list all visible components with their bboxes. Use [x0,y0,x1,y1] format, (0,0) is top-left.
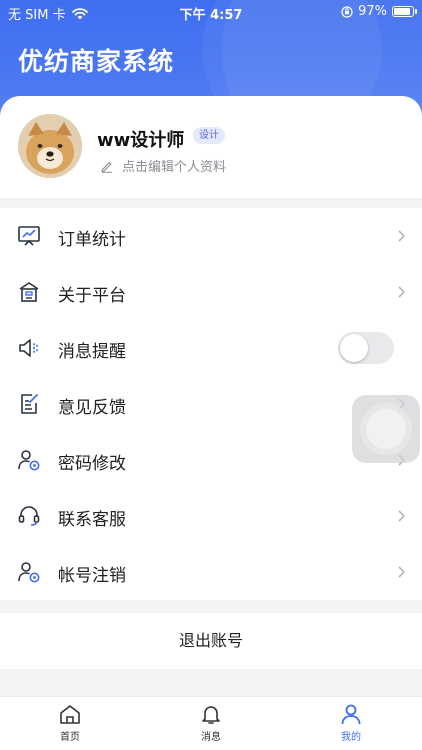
chart-board-icon [18,226,40,246]
chevron-right-icon [398,230,406,242]
role-badge: 设计 [193,127,225,144]
status-bar: 无 SIM 卡 下午 4:57 97% [0,0,422,24]
chevron-right-icon [398,510,406,522]
menu-item-about[interactable]: 关于平台 [0,264,422,320]
tab-messages[interactable]: 消息 [171,703,251,743]
bell-icon [202,706,220,724]
building-icon [19,282,39,302]
feedback-edit-icon [21,394,38,414]
tab-label: 首页 [60,732,80,743]
menu-item-notifications: 消息提醒 [0,320,422,376]
edit-profile-link[interactable]: 点击编辑个人资料 [100,156,226,175]
dog-avatar-image [18,114,82,178]
tab-label: 我的 [341,732,361,743]
tab-home[interactable]: 首页 [30,703,110,743]
assistive-touch-button[interactable] [352,395,420,463]
menu-item-label: 订单统计 [58,230,126,250]
tab-mine[interactable]: 我的 [311,703,391,743]
battery-fill [394,8,411,15]
menu-item-label: 联系客服 [58,510,126,530]
logout-button[interactable]: 退出账号 [0,613,422,669]
menu-item-cancel-account[interactable]: 帐号注销 [0,544,422,600]
app-title: 优纺商家系统 [18,47,175,76]
menu-item-label: 帐号注销 [58,566,126,586]
user-settings-icon [18,450,40,471]
chevron-right-icon [398,286,406,298]
pencil-icon [101,161,112,173]
status-right: 97% [341,4,417,19]
menu-item-order-stats[interactable]: 订单统计 [0,208,422,264]
chevron-right-icon [398,566,406,578]
assistive-touch-ring [366,409,406,449]
headset-icon [18,506,40,526]
notifications-toggle[interactable] [338,332,394,364]
profile-card[interactable]: ww设计师 设计 点击编辑个人资料 [0,96,422,198]
avatar[interactable] [18,114,82,178]
speaker-icon [19,339,38,357]
battery-icon [392,6,417,17]
menu-item-customer-service[interactable]: 联系客服 [0,488,422,544]
orientation-lock-icon [341,5,353,18]
home-icon [60,705,80,724]
menu-item-label: 消息提醒 [58,342,126,362]
status-time: 下午 4:57 [179,8,243,23]
user-settings-icon [18,562,40,583]
user-icon [341,704,361,725]
edit-profile-text: 点击编辑个人资料 [122,160,227,175]
username: ww设计师 [97,130,185,151]
menu-item-label: 密码修改 [58,454,126,474]
toggle-knob [340,334,368,362]
tab-label: 消息 [201,732,221,743]
tab-bar: 首页 消息 我的 [0,696,422,750]
menu-item-label: 关于平台 [58,286,126,306]
menu-item-label: 意见反馈 [58,398,126,418]
battery-percent: 97% [358,4,387,19]
